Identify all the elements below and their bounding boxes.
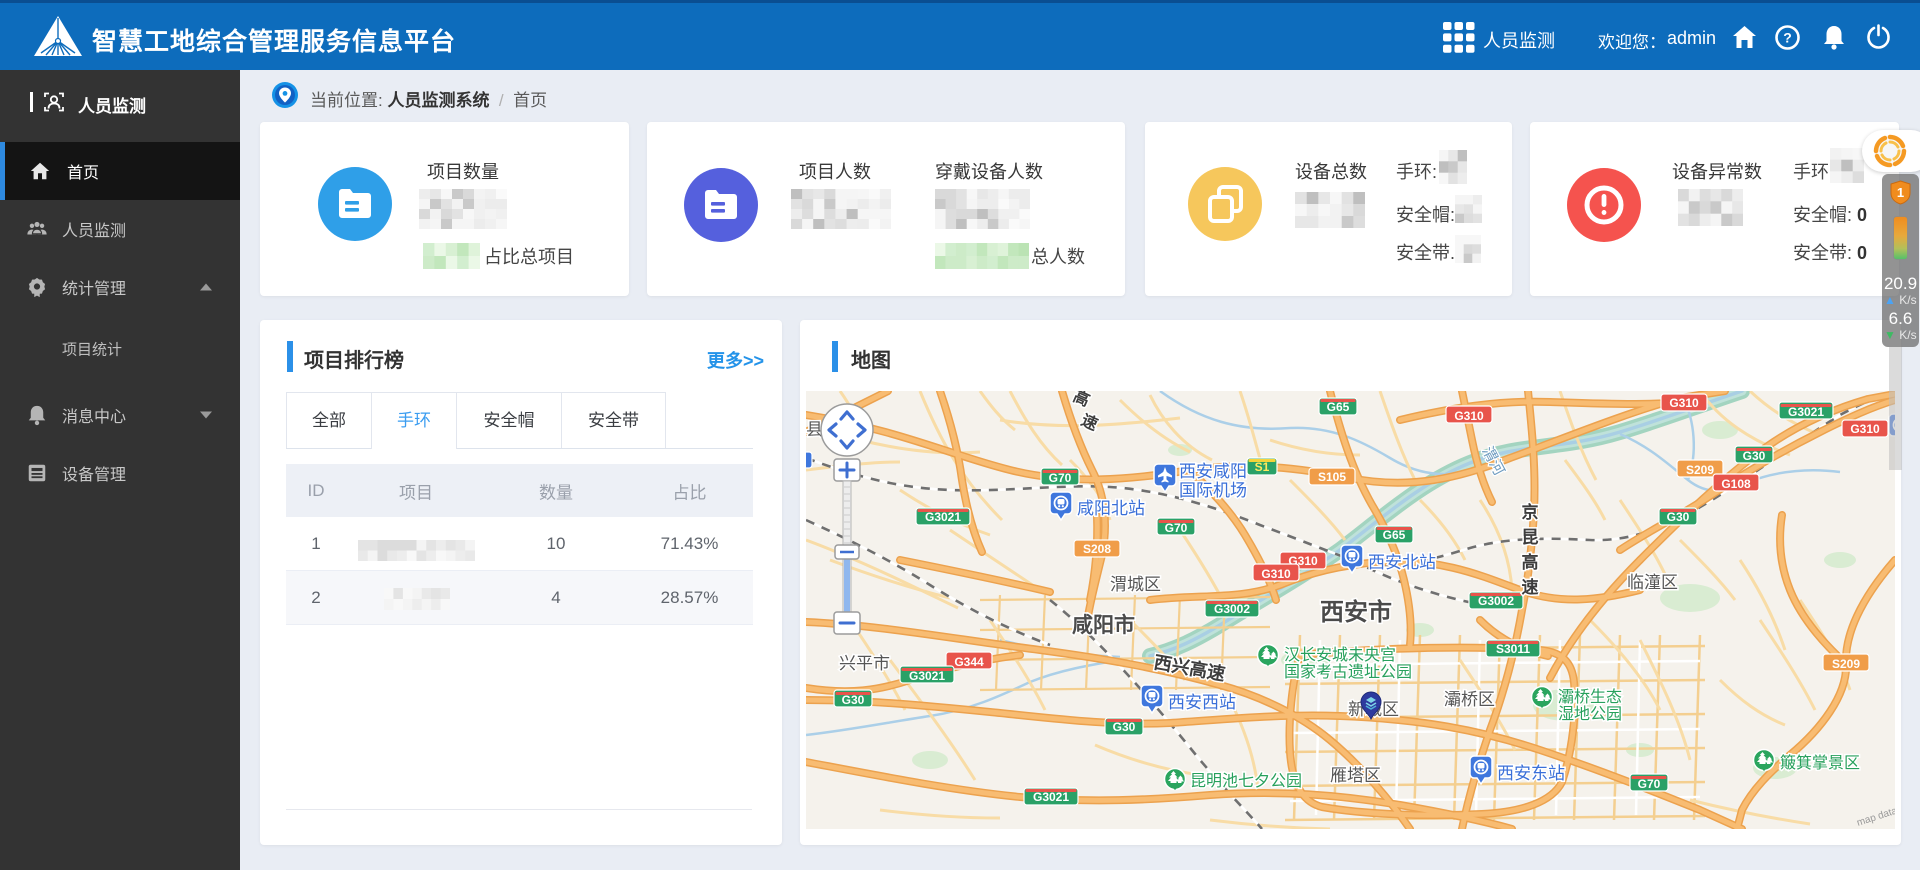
- svg-text:G310: G310: [1454, 409, 1484, 423]
- svg-text:G344: G344: [954, 655, 984, 669]
- svg-text:G30: G30: [1743, 449, 1766, 463]
- svg-text:S209: S209: [1686, 463, 1714, 477]
- svg-text:G65: G65: [1383, 528, 1406, 542]
- svg-text:京: 京: [1522, 502, 1539, 522]
- svg-text:G30: G30: [1667, 510, 1690, 524]
- svg-text:S3011: S3011: [1496, 642, 1530, 656]
- svg-text:西安东站: 西安东站: [1497, 764, 1565, 783]
- svg-text:国家考古遗址公园: 国家考古遗址公园: [1284, 663, 1412, 681]
- svg-text:灞桥生态: 灞桥生态: [1558, 688, 1622, 706]
- svg-text:簸箕掌景区: 簸箕掌景区: [1780, 754, 1860, 772]
- svg-text:汉长安城未央宫: 汉长安城未央宫: [1284, 646, 1396, 664]
- svg-text:G3021: G3021: [1788, 405, 1824, 419]
- svg-text:昆明池七夕公园: 昆明池七夕公园: [1190, 772, 1302, 790]
- svg-text:灞桥区: 灞桥区: [1444, 690, 1495, 709]
- svg-text:G108: G108: [1721, 477, 1751, 491]
- svg-text:G3002: G3002: [1478, 594, 1514, 608]
- svg-text:G310: G310: [1261, 567, 1291, 581]
- svg-text:G65: G65: [1327, 400, 1350, 414]
- svg-text:国际机场: 国际机场: [1179, 481, 1247, 500]
- svg-text:G70: G70: [1638, 777, 1661, 791]
- svg-text:S105: S105: [1318, 470, 1346, 484]
- svg-text:G30: G30: [1113, 720, 1136, 734]
- svg-text:兴平市: 兴平市: [839, 654, 890, 673]
- svg-text:G3021: G3021: [909, 669, 945, 683]
- svg-text:S209: S209: [1832, 657, 1860, 671]
- svg-text:西安西站: 西安西站: [1168, 693, 1236, 712]
- svg-text:S1: S1: [1255, 460, 1270, 474]
- svg-text:G70: G70: [1165, 521, 1188, 535]
- svg-text:渭城区: 渭城区: [1110, 575, 1161, 594]
- svg-text:西安咸阳: 西安咸阳: [1179, 462, 1247, 481]
- svg-text:G3021: G3021: [925, 510, 961, 524]
- svg-text:速: 速: [1522, 577, 1539, 597]
- svg-text:G70: G70: [1049, 471, 1072, 485]
- svg-text:西安北站: 西安北站: [1368, 553, 1436, 572]
- svg-text:G310: G310: [1669, 396, 1699, 410]
- svg-text:1: 1: [1897, 185, 1904, 200]
- svg-text:?: ?: [1783, 30, 1792, 46]
- svg-text:西安市: 西安市: [1320, 598, 1392, 626]
- svg-text:昆: 昆: [1522, 528, 1539, 547]
- svg-text:咸阳北站: 咸阳北站: [1077, 499, 1145, 518]
- svg-text:咸阳市: 咸阳市: [1072, 613, 1135, 637]
- svg-text:高: 高: [1522, 552, 1539, 572]
- svg-text:G3002: G3002: [1214, 602, 1250, 616]
- svg-text:雁塔区: 雁塔区: [1330, 766, 1381, 785]
- svg-text:G3021: G3021: [1033, 790, 1069, 804]
- svg-text:临潼区: 临潼区: [1627, 573, 1678, 592]
- svg-text:G30: G30: [842, 693, 865, 707]
- svg-text:S208: S208: [1083, 542, 1111, 556]
- svg-text:G310: G310: [1850, 422, 1880, 436]
- svg-text:湿地公园: 湿地公园: [1558, 705, 1622, 723]
